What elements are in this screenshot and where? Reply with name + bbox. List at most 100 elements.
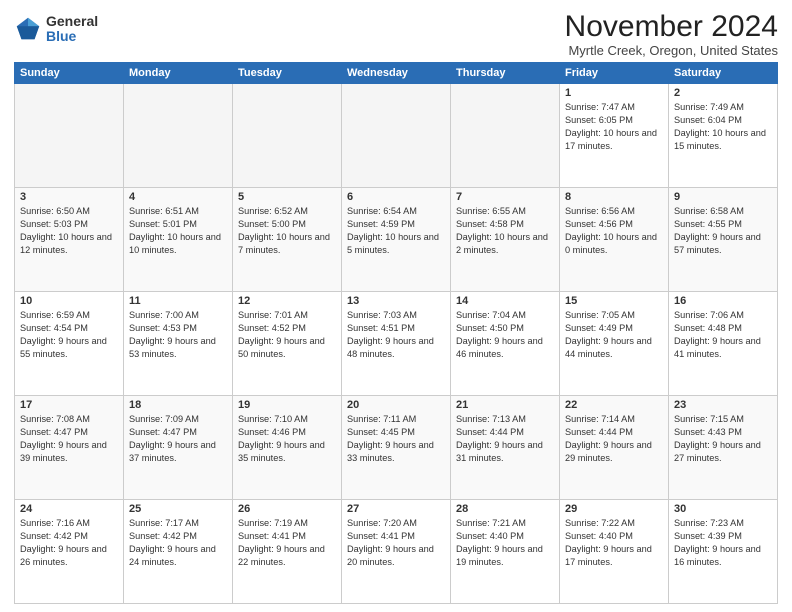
day-info: Sunrise: 7:01 AMSunset: 4:52 PMDaylight:… [238,309,336,361]
day-number: 18 [129,399,227,411]
calendar-cell: 23 Sunrise: 7:15 AMSunset: 4:43 PMDayligh… [669,396,778,500]
day-info: Sunrise: 7:06 AMSunset: 4:48 PMDaylight:… [674,309,772,361]
calendar-cell: 16 Sunrise: 7:06 AMSunset: 4:48 PMDayligh… [669,292,778,396]
calendar-cell: 20 Sunrise: 7:11 AMSunset: 4:45 PMDayligh… [342,396,451,500]
day-info: Sunrise: 7:20 AMSunset: 4:41 PMDaylight:… [347,517,445,569]
title-block: November 2024 Myrtle Creek, Oregon, Unit… [565,10,778,58]
logo-blue: Blue [46,29,98,44]
calendar-cell: 26Sunrise: 7:19 AMSunset: 4:41 PMDayligh… [233,500,342,604]
day-number: 1 [565,87,663,99]
col-monday: Monday [124,63,233,84]
calendar-cell: 28 Sunrise: 7:21 AMSunset: 4:40 PMDayligh… [451,500,560,604]
calendar-cell: 15 Sunrise: 7:05 AMSunset: 4:49 PMDayligh… [560,292,669,396]
calendar-cell: 27 Sunrise: 7:20 AMSunset: 4:41 PMDayligh… [342,500,451,604]
day-info: Sunrise: 7:22 AMSunset: 4:40 PMDaylight:… [565,517,663,569]
day-info: Sunrise: 6:55 AMSunset: 4:58 PMDaylight:… [456,205,554,257]
day-info: Sunrise: 7:00 AMSunset: 4:53 PMDaylight:… [129,309,227,361]
day-info: Sunrise: 6:51 AMSunset: 5:01 PMDaylight:… [129,205,227,257]
day-info: Sunrise: 7:47 AMSunset: 6:05 PMDaylight:… [565,101,663,153]
day-number: 7 [456,191,554,203]
page: General Blue November 2024 Myrtle Creek,… [0,0,792,612]
calendar-cell: 2 Sunrise: 7:49 AMSunset: 6:04 PMDaylight… [669,84,778,188]
calendar-cell: 6 Sunrise: 6:54 AMSunset: 4:59 PMDaylight… [342,188,451,292]
calendar-table: Sunday Monday Tuesday Wednesday Thursday… [14,62,778,604]
calendar-body: 1 Sunrise: 7:47 AMSunset: 6:05 PMDaylight… [15,84,778,604]
calendar-week-3: 10Sunrise: 6:59 AMSunset: 4:54 PMDayligh… [15,292,778,396]
calendar-cell [451,84,560,188]
day-number: 12 [238,295,336,307]
calendar-cell [124,84,233,188]
col-friday: Friday [560,63,669,84]
day-info: Sunrise: 7:10 AMSunset: 4:46 PMDaylight:… [238,413,336,465]
day-number: 28 [456,503,554,515]
calendar-cell: 7 Sunrise: 6:55 AMSunset: 4:58 PMDaylight… [451,188,560,292]
day-info: Sunrise: 7:23 AMSunset: 4:39 PMDaylight:… [674,517,772,569]
calendar-cell: 11 Sunrise: 7:00 AMSunset: 4:53 PMDayligh… [124,292,233,396]
calendar-cell: 24 Sunrise: 7:16 AMSunset: 4:42 PMDayligh… [15,500,124,604]
calendar-cell [233,84,342,188]
day-number: 15 [565,295,663,307]
day-number: 21 [456,399,554,411]
calendar-week-2: 3Sunrise: 6:50 AMSunset: 5:03 PMDaylight… [15,188,778,292]
col-tuesday: Tuesday [233,63,342,84]
day-number: 26 [238,503,336,515]
day-info: Sunrise: 6:58 AMSunset: 4:55 PMDaylight:… [674,205,772,257]
day-number: 29 [565,503,663,515]
day-number: 25 [129,503,227,515]
day-number: 13 [347,295,445,307]
day-number: 9 [674,191,772,203]
calendar-cell: 18 Sunrise: 7:09 AMSunset: 4:47 PMDayligh… [124,396,233,500]
calendar-cell: 9 Sunrise: 6:58 AMSunset: 4:55 PMDaylight… [669,188,778,292]
calendar-cell: 12 Sunrise: 7:01 AMSunset: 4:52 PMDayligh… [233,292,342,396]
day-info: Sunrise: 7:21 AMSunset: 4:40 PMDaylight:… [456,517,554,569]
header: General Blue November 2024 Myrtle Creek,… [14,10,778,58]
col-saturday: Saturday [669,63,778,84]
col-wednesday: Wednesday [342,63,451,84]
calendar-cell: 25 Sunrise: 7:17 AMSunset: 4:42 PMDayligh… [124,500,233,604]
day-number: 27 [347,503,445,515]
day-info: Sunrise: 6:56 AMSunset: 4:56 PMDaylight:… [565,205,663,257]
day-info: Sunrise: 7:14 AMSunset: 4:44 PMDaylight:… [565,413,663,465]
day-number: 16 [674,295,772,307]
calendar-cell: 13Sunrise: 7:03 AMSunset: 4:51 PMDayligh… [342,292,451,396]
day-info: Sunrise: 7:11 AMSunset: 4:45 PMDaylight:… [347,413,445,465]
day-info: Sunrise: 7:05 AMSunset: 4:49 PMDaylight:… [565,309,663,361]
logo-general: General [46,14,98,29]
day-info: Sunrise: 7:04 AMSunset: 4:50 PMDaylight:… [456,309,554,361]
day-number: 5 [238,191,336,203]
calendar-cell: 17 Sunrise: 7:08 AMSunset: 4:47 PMDayligh… [15,396,124,500]
day-info: Sunrise: 7:17 AMSunset: 4:42 PMDaylight:… [129,517,227,569]
logo-icon [14,15,42,43]
day-info: Sunrise: 7:49 AMSunset: 6:04 PMDaylight:… [674,101,772,153]
day-info: Sunrise: 7:15 AMSunset: 4:43 PMDaylight:… [674,413,772,465]
header-row: Sunday Monday Tuesday Wednesday Thursday… [15,63,778,84]
day-number: 17 [20,399,118,411]
day-number: 6 [347,191,445,203]
day-info: Sunrise: 7:08 AMSunset: 4:47 PMDaylight:… [20,413,118,465]
day-info: Sunrise: 7:16 AMSunset: 4:42 PMDaylight:… [20,517,118,569]
day-info: Sunrise: 6:59 AMSunset: 4:54 PMDaylight:… [20,309,118,361]
calendar-cell: 29 Sunrise: 7:22 AMSunset: 4:40 PMDayligh… [560,500,669,604]
calendar-cell: 30Sunrise: 7:23 AMSunset: 4:39 PMDayligh… [669,500,778,604]
logo: General Blue [14,14,98,45]
calendar-cell: 8Sunrise: 6:56 AMSunset: 4:56 PMDaylight… [560,188,669,292]
month-title: November 2024 [565,10,778,43]
day-info: Sunrise: 6:54 AMSunset: 4:59 PMDaylight:… [347,205,445,257]
day-number: 24 [20,503,118,515]
day-number: 11 [129,295,227,307]
day-number: 2 [674,87,772,99]
day-number: 4 [129,191,227,203]
day-number: 23 [674,399,772,411]
day-info: Sunrise: 7:13 AMSunset: 4:44 PMDaylight:… [456,413,554,465]
day-number: 3 [20,191,118,203]
calendar-cell: 10Sunrise: 6:59 AMSunset: 4:54 PMDayligh… [15,292,124,396]
calendar-week-5: 24 Sunrise: 7:16 AMSunset: 4:42 PMDayligh… [15,500,778,604]
calendar-week-1: 1 Sunrise: 7:47 AMSunset: 6:05 PMDaylight… [15,84,778,188]
calendar-cell: 5Sunrise: 6:52 AMSunset: 5:00 PMDaylight… [233,188,342,292]
calendar-cell: 22Sunrise: 7:14 AMSunset: 4:44 PMDayligh… [560,396,669,500]
day-info: Sunrise: 7:09 AMSunset: 4:47 PMDaylight:… [129,413,227,465]
day-number: 20 [347,399,445,411]
col-sunday: Sunday [15,63,124,84]
calendar-cell: 3Sunrise: 6:50 AMSunset: 5:03 PMDaylight… [15,188,124,292]
calendar-cell [15,84,124,188]
